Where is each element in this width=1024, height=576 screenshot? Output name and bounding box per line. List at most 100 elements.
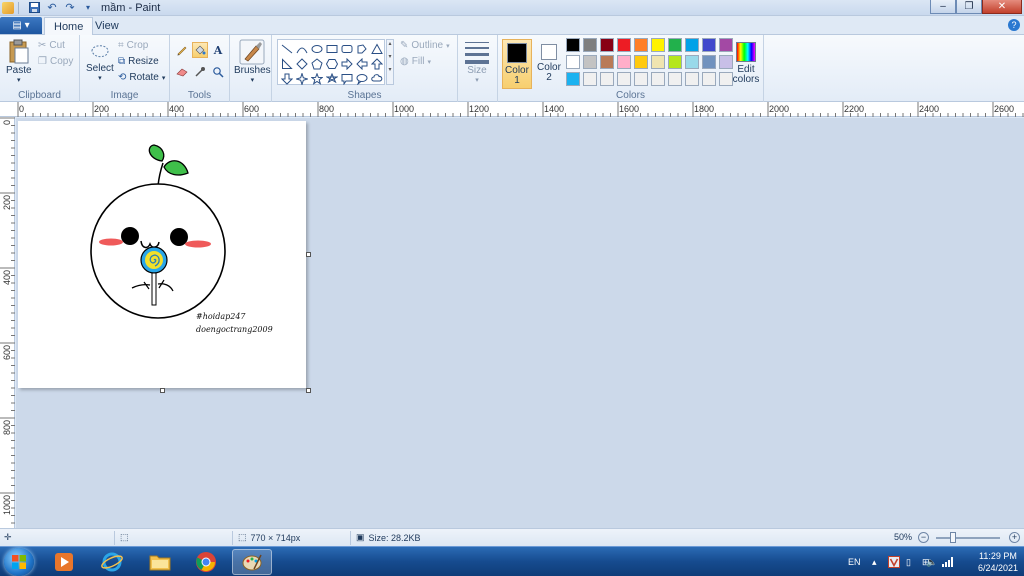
undo-icon[interactable]: ↶	[45, 1, 59, 15]
right-triangle-shape-icon[interactable]	[279, 56, 294, 71]
redo-icon[interactable]: ↷	[63, 1, 77, 15]
zoom-slider[interactable]	[936, 537, 1000, 539]
color-picker-icon[interactable]	[192, 64, 208, 80]
brushes-button[interactable]: Brushes ▾	[234, 39, 271, 84]
palette-swatch[interactable]	[583, 38, 597, 52]
minimize-button[interactable]: –	[930, 0, 956, 14]
cut-button[interactable]: ✂ Cut	[38, 40, 65, 51]
crop-button[interactable]: ⌗ Crop	[118, 40, 148, 51]
palette-swatch[interactable]	[600, 72, 614, 86]
taskbar-file-explorer[interactable]	[140, 549, 180, 575]
six-point-star-shape-icon[interactable]	[324, 71, 339, 86]
rectangular-callout-shape-icon[interactable]	[339, 71, 354, 86]
palette-swatch[interactable]	[685, 72, 699, 86]
triangle-shape-icon[interactable]	[369, 41, 384, 56]
color-1-button[interactable]: Color 1	[502, 39, 532, 89]
rounded-rectangle-shape-icon[interactable]	[339, 41, 354, 56]
zoom-slider-thumb[interactable]	[950, 532, 956, 543]
palette-swatch[interactable]	[651, 55, 665, 69]
palette-swatch[interactable]	[583, 55, 597, 69]
palette-swatch[interactable]	[617, 38, 631, 52]
paint-app-icon[interactable]	[2, 1, 14, 14]
rectangle-shape-icon[interactable]	[324, 41, 339, 56]
fill-button[interactable]: ◍ Fill ▾	[400, 56, 431, 67]
save-icon[interactable]	[27, 1, 41, 15]
pencil-icon[interactable]	[174, 42, 190, 58]
palette-swatch[interactable]	[634, 55, 648, 69]
left-arrow-shape-icon[interactable]	[354, 56, 369, 71]
curve-shape-icon[interactable]	[294, 41, 309, 56]
oval-callout-shape-icon[interactable]	[354, 71, 369, 86]
color-2-button[interactable]: Color 2	[534, 39, 564, 89]
fill-bucket-icon[interactable]	[192, 42, 208, 58]
diamond-shape-icon[interactable]	[294, 56, 309, 71]
resize-button[interactable]: ⧉ Resize	[118, 56, 159, 67]
close-button[interactable]: ✕	[982, 0, 1022, 14]
up-arrow-shape-icon[interactable]	[369, 56, 384, 71]
palette-swatch[interactable]	[634, 72, 648, 86]
palette-swatch[interactable]	[668, 72, 682, 86]
right-arrow-shape-icon[interactable]	[339, 56, 354, 71]
four-point-star-shape-icon[interactable]	[294, 71, 309, 86]
palette-swatch[interactable]	[702, 38, 716, 52]
copy-button[interactable]: ❐ Copy	[38, 56, 73, 67]
palette-swatch[interactable]	[685, 38, 699, 52]
taskbar-paint[interactable]	[232, 549, 272, 575]
rotate-button[interactable]: ⟲ Rotate ▾	[118, 72, 165, 83]
palette-swatch[interactable]	[566, 72, 580, 86]
palette-swatch[interactable]	[617, 55, 631, 69]
palette-swatch[interactable]	[651, 38, 665, 52]
line-shape-icon[interactable]	[279, 41, 294, 56]
polygon-shape-icon[interactable]	[354, 41, 369, 56]
eraser-icon[interactable]	[174, 64, 190, 80]
palette-swatch[interactable]	[634, 38, 648, 52]
edit-colors-button[interactable]: Edit colors	[731, 39, 761, 89]
drawing-canvas[interactable]: #hoidap247 doengoctrang2009	[18, 121, 306, 388]
file-menu-button[interactable]: ▤ ▾	[0, 17, 42, 34]
palette-swatch[interactable]	[600, 55, 614, 69]
palette-swatch[interactable]	[702, 72, 716, 86]
paste-button[interactable]: Paste ▾	[6, 39, 32, 84]
palette-swatch[interactable]	[583, 72, 597, 86]
palette-swatch[interactable]	[668, 38, 682, 52]
palette-swatch[interactable]	[685, 55, 699, 69]
magnifier-icon[interactable]	[210, 64, 226, 80]
volume-tray-icon[interactable]: 🔈	[926, 547, 937, 576]
signal-tray-icon[interactable]	[942, 547, 954, 576]
help-icon[interactable]: ?	[1008, 19, 1020, 31]
system-clock[interactable]: 11:29 PM 6/24/2021	[978, 550, 1018, 574]
language-indicator[interactable]: EN	[848, 547, 861, 576]
oval-shape-icon[interactable]	[309, 41, 324, 56]
palette-swatch[interactable]	[566, 38, 580, 52]
palette-swatch[interactable]	[600, 38, 614, 52]
resize-handle-bottom[interactable]	[160, 388, 165, 393]
down-arrow-shape-icon[interactable]	[279, 71, 294, 86]
tab-view[interactable]: View	[86, 17, 128, 35]
outline-button[interactable]: ✎ Outline ▾	[400, 40, 450, 51]
zoom-in-button[interactable]: +	[1009, 532, 1020, 543]
palette-swatch[interactable]	[668, 55, 682, 69]
taskbar-internet-explorer[interactable]	[92, 549, 132, 575]
taskbar-media-player[interactable]	[44, 549, 84, 575]
cloud-callout-shape-icon[interactable]	[369, 71, 384, 86]
palette-swatch[interactable]	[702, 55, 716, 69]
device-tray-icon[interactable]: ▯	[906, 547, 911, 576]
zoom-out-button[interactable]: −	[918, 532, 929, 543]
shapes-scrollbar[interactable]: ▴ ▾ ▾	[386, 39, 394, 85]
text-tool-icon[interactable]: A	[210, 42, 226, 58]
palette-swatch[interactable]	[617, 72, 631, 86]
taskbar-chrome[interactable]	[186, 549, 226, 575]
hexagon-shape-icon[interactable]	[324, 56, 339, 71]
antivirus-tray-icon[interactable]	[888, 547, 900, 576]
select-button[interactable]: Select ▾	[86, 39, 114, 82]
pentagon-shape-icon[interactable]	[309, 56, 324, 71]
palette-swatch[interactable]	[651, 72, 665, 86]
five-point-star-shape-icon[interactable]	[309, 71, 324, 86]
resize-handle-right[interactable]	[306, 252, 311, 257]
palette-swatch[interactable]	[566, 55, 580, 69]
start-button[interactable]	[4, 548, 34, 576]
show-hidden-icons-button[interactable]: ▴	[872, 547, 877, 576]
size-button[interactable]: Size ▾	[464, 39, 490, 84]
customize-quick-access-icon[interactable]: ▾	[81, 1, 95, 15]
restore-button[interactable]: ❐	[956, 0, 982, 14]
